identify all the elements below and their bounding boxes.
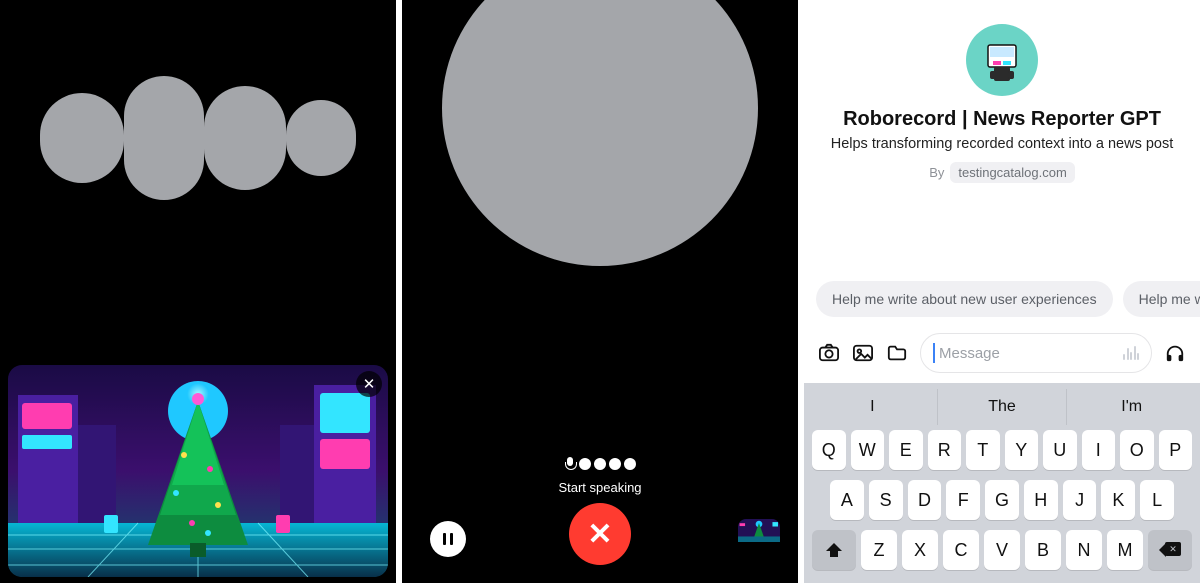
message-placeholder: Message	[933, 343, 1113, 363]
key[interactable]: K	[1101, 480, 1135, 520]
neon-tree-image	[8, 365, 388, 577]
by-prefix: By	[929, 165, 944, 180]
indicator-dot	[579, 458, 591, 470]
robot-avatar-icon	[980, 41, 1024, 85]
gpt-header: Roborecord | News Reporter GPT Helps tra…	[804, 0, 1200, 197]
key[interactable]: G	[985, 480, 1019, 520]
kb-suggestion[interactable]: I	[808, 389, 937, 425]
key[interactable]: R	[928, 430, 962, 470]
folder-icon[interactable]	[886, 342, 908, 364]
key[interactable]: D	[908, 480, 942, 520]
waveform-blob	[124, 76, 204, 200]
key[interactable]: V	[984, 530, 1020, 570]
gpt-author: By testingcatalog.com	[929, 162, 1075, 183]
key[interactable]: F	[946, 480, 980, 520]
keyboard-row-2: A S D F G H J K L	[808, 475, 1196, 525]
key[interactable]: Q	[812, 430, 846, 470]
text-cursor	[933, 343, 935, 363]
neon-tree-image	[738, 519, 780, 542]
end-call-button[interactable]: ✕	[569, 503, 631, 565]
backspace-key[interactable]	[1148, 530, 1192, 570]
waveform-blob	[40, 93, 124, 183]
key[interactable]: E	[889, 430, 923, 470]
key[interactable]: S	[869, 480, 903, 520]
image-icon[interactable]	[852, 342, 874, 364]
key[interactable]: W	[851, 430, 885, 470]
voice-waveform	[0, 76, 396, 200]
voice-visualizer	[442, 0, 758, 266]
key[interactable]: J	[1063, 480, 1097, 520]
kb-suggestion[interactable]: The	[937, 389, 1067, 425]
voice-panel-with-image: ✕	[0, 0, 396, 583]
prompt-chip[interactable]: Help me w	[1123, 281, 1200, 317]
key[interactable]: A	[830, 480, 864, 520]
message-input-row: Message	[804, 327, 1200, 383]
key[interactable]: Z	[861, 530, 897, 570]
camera-icon[interactable]	[818, 342, 840, 364]
shift-key[interactable]	[812, 530, 856, 570]
key[interactable]: I	[1082, 430, 1116, 470]
key[interactable]: U	[1043, 430, 1077, 470]
author-link[interactable]: testingcatalog.com	[950, 162, 1074, 183]
speak-indicator: Start speaking	[402, 457, 798, 495]
attached-image-preview[interactable]: ✕	[8, 365, 388, 577]
gpt-description: Helps transforming recorded context into…	[831, 135, 1174, 154]
close-icon: ✕	[587, 517, 612, 552]
attached-image-mini[interactable]	[738, 519, 780, 561]
waveform-blob	[286, 100, 356, 176]
gpt-avatar[interactable]	[966, 24, 1038, 96]
key[interactable]: L	[1140, 480, 1174, 520]
indicator-dot	[624, 458, 636, 470]
dictation-icon[interactable]	[1123, 346, 1139, 360]
close-icon: ✕	[363, 375, 376, 393]
key[interactable]: N	[1066, 530, 1102, 570]
indicator-dot	[609, 458, 621, 470]
keyboard-row-1: Q W E R T Y U I O P	[808, 425, 1196, 475]
key[interactable]: M	[1107, 530, 1143, 570]
key[interactable]: Y	[1005, 430, 1039, 470]
prompt-chip[interactable]: Help me write about new user experiences	[816, 281, 1113, 317]
key[interactable]: T	[966, 430, 1000, 470]
backspace-icon	[1159, 543, 1181, 557]
message-input[interactable]: Message	[920, 333, 1152, 373]
key[interactable]: P	[1159, 430, 1193, 470]
voice-panel-active: Start speaking ✕	[402, 0, 798, 583]
keyboard: I The I'm Q W E R T Y U I O P A S D F G …	[804, 383, 1200, 583]
gpt-name: Roborecord | News Reporter GPT	[843, 108, 1161, 131]
key[interactable]: O	[1120, 430, 1154, 470]
indicator-dot	[594, 458, 606, 470]
chat-panel: Roborecord | News Reporter GPT Helps tra…	[804, 0, 1200, 583]
prompt-suggestions: Help me write about new user experiences…	[804, 277, 1200, 327]
start-speaking-label: Start speaking	[402, 480, 798, 495]
key[interactable]: X	[902, 530, 938, 570]
keyboard-suggestions: I The I'm	[808, 389, 1196, 425]
key[interactable]: B	[1025, 530, 1061, 570]
shift-icon	[826, 543, 842, 557]
headphones-icon[interactable]	[1164, 342, 1186, 364]
waveform-blob	[204, 86, 286, 190]
key[interactable]: H	[1024, 480, 1058, 520]
kb-suggestion[interactable]: I'm	[1066, 389, 1196, 425]
mic-icon	[564, 457, 576, 471]
close-image-button[interactable]: ✕	[356, 371, 382, 397]
keyboard-row-3: Z X C V B N M	[808, 525, 1196, 575]
key[interactable]: C	[943, 530, 979, 570]
